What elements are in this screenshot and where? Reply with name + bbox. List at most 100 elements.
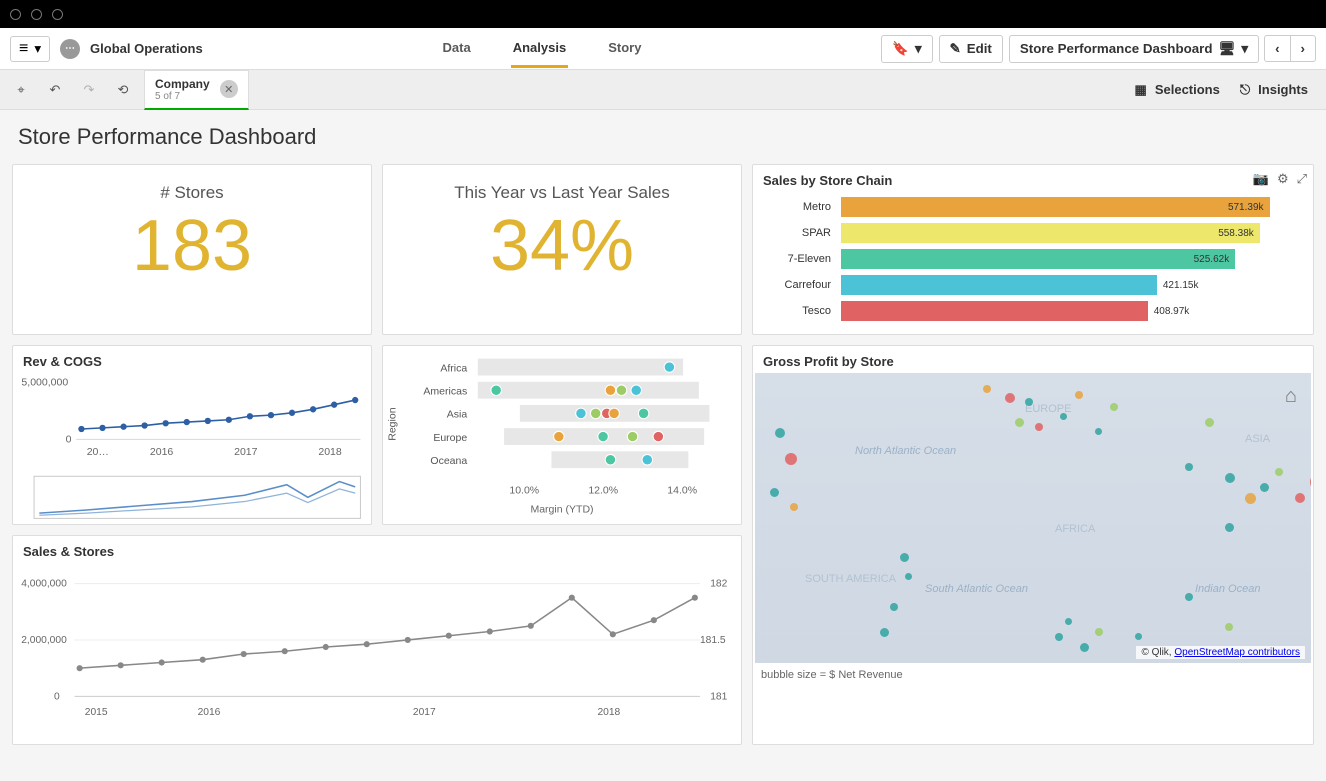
svg-text:20…: 20… <box>87 446 109 458</box>
map-bubble[interactable] <box>1185 593 1193 601</box>
global-menu-button[interactable]: ≡ ▾ <box>10 36 50 62</box>
svg-text:12.0%: 12.0% <box>588 484 618 496</box>
map-bubble[interactable] <box>1025 398 1033 406</box>
map-bubble[interactable] <box>1015 418 1024 427</box>
top-actions: 🔖 ▾ ✎ Edit Store Performance Dashboard 🖥… <box>881 35 1316 63</box>
insights-label: Insights <box>1258 82 1308 97</box>
map-bubble[interactable] <box>1295 493 1305 503</box>
smart-search-icon[interactable]: ⌖ <box>4 73 38 107</box>
kpi-stores[interactable]: # Stores 183 <box>12 164 372 335</box>
map-bubble[interactable] <box>1110 403 1118 411</box>
map-bubble[interactable] <box>905 573 912 580</box>
map-bubble[interactable] <box>1135 633 1142 640</box>
bar-row[interactable]: 7-Eleven525.62k <box>765 246 1291 272</box>
map-attrib-link[interactable]: OpenStreetMap contributors <box>1174 647 1300 658</box>
chart-sales-stores[interactable]: Sales & Stores 4,000,000 2,000,000 0 182… <box>12 535 742 745</box>
pencil-icon: ✎ <box>950 41 961 57</box>
map-bubble[interactable] <box>1275 468 1283 476</box>
map-bubble[interactable] <box>1205 418 1214 427</box>
bar-row[interactable]: Tesco408.97k <box>765 298 1291 324</box>
traffic-light-max[interactable] <box>52 9 63 20</box>
bar-label: 7-Eleven <box>765 253 835 265</box>
bar-row[interactable]: Carrefour421.15k <box>765 272 1291 298</box>
map-bubble[interactable] <box>890 603 898 611</box>
chevron-right-icon: › <box>1301 41 1305 56</box>
chart-title: Sales & Stores <box>13 536 741 561</box>
map-bubble[interactable] <box>1095 428 1102 435</box>
snapshot-icon[interactable]: 📷 <box>1253 171 1269 187</box>
map-bubble[interactable] <box>1060 413 1067 420</box>
svg-text:Americas: Americas <box>423 385 467 397</box>
sheet-title: Store Performance Dashboard <box>0 110 1326 164</box>
chart-sales-by-chain[interactable]: Sales by Store Chain 📷 ⚙ ⤢ Metro571.39kS… <box>752 164 1314 335</box>
exploration-icon[interactable]: ⚙ <box>1277 171 1289 187</box>
map-bubble[interactable] <box>1075 391 1083 399</box>
tab-data[interactable]: Data <box>441 30 473 68</box>
map-home-icon[interactable]: ⌂ <box>1285 385 1297 408</box>
map-bubble[interactable] <box>1080 643 1089 652</box>
bar-label: Tesco <box>765 305 835 317</box>
traffic-light-close[interactable] <box>10 9 21 20</box>
map-bubble[interactable] <box>1310 473 1311 491</box>
map-bubble[interactable] <box>785 453 797 465</box>
map-bubble[interactable] <box>983 385 991 393</box>
kpi-stores-title: # Stores <box>31 183 353 203</box>
map-bubble[interactable] <box>1065 618 1072 625</box>
bar-row[interactable]: SPAR558.38k <box>765 220 1291 246</box>
map-bubble[interactable] <box>1055 633 1063 641</box>
sheet-dropdown[interactable]: Store Performance Dashboard 🖥 ▾ <box>1009 35 1259 63</box>
bar-label: Carrefour <box>765 279 835 291</box>
map-bubble[interactable] <box>1005 393 1015 403</box>
map-bubble[interactable] <box>1245 493 1256 504</box>
svg-text:Europe: Europe <box>433 432 467 444</box>
chart-gross-profit-map[interactable]: Gross Profit by Store ⌂ North Atlantic O… <box>752 345 1314 745</box>
insights-button[interactable]: ⎋ Insights <box>1240 82 1308 98</box>
map-bubble[interactable] <box>775 428 785 438</box>
clear-selections-icon[interactable]: ⟲ <box>106 73 140 107</box>
step-back-icon[interactable]: ↶ <box>38 73 72 107</box>
selections-label: Selections <box>1155 82 1220 97</box>
map-bubble[interactable] <box>900 553 909 562</box>
bar-label: Metro <box>765 201 835 213</box>
map-label-af: AFRICA <box>1055 523 1095 535</box>
map-bubble[interactable] <box>1185 463 1193 471</box>
selection-remove-icon[interactable]: ✕ <box>220 80 238 98</box>
map-bubble[interactable] <box>880 628 889 637</box>
fullscreen-icon[interactable]: ⤢ <box>1297 171 1307 187</box>
chart-margin-scatter[interactable]: Region AfricaAmericasAsiaEuropeOceana 10… <box>382 345 742 525</box>
chevron-down-icon: ▾ <box>915 41 922 57</box>
chart-rev-cogs[interactable]: Rev & COGS 5,000,000 0 20… 2016 2017 201… <box>12 345 372 525</box>
tab-story[interactable]: Story <box>606 30 643 68</box>
map-bubble[interactable] <box>1035 423 1043 431</box>
bookmark-button[interactable]: 🔖 ▾ <box>881 35 932 63</box>
kpi-sales-vs-ly[interactable]: This Year vs Last Year Sales 34% <box>382 164 742 335</box>
map-canvas[interactable]: ⌂ North Atlantic Ocean SOUTH AMERICA Sou… <box>755 373 1311 663</box>
svg-text:2018: 2018 <box>318 446 342 458</box>
map-bubble[interactable] <box>1095 628 1103 636</box>
svg-text:181.5: 181.5 <box>700 635 726 646</box>
map-bubble[interactable] <box>1225 623 1233 631</box>
svg-text:5,000,000: 5,000,000 <box>21 377 68 389</box>
tab-analysis[interactable]: Analysis <box>511 30 568 68</box>
map-bubble[interactable] <box>1225 523 1234 532</box>
traffic-light-min[interactable] <box>31 9 42 20</box>
step-forward-icon[interactable]: ↷ <box>72 73 106 107</box>
selection-tag-company[interactable]: Company 5 of 7 ✕ <box>144 70 249 110</box>
next-sheet-button[interactable]: › <box>1290 35 1316 62</box>
map-bubble[interactable] <box>1225 473 1235 483</box>
map-label-io: Indian Ocean <box>1195 583 1260 595</box>
edit-button[interactable]: ✎ Edit <box>939 35 1003 63</box>
map-footer-note: bubble size = $ Net Revenue <box>761 669 903 681</box>
map-bubble[interactable] <box>770 488 779 497</box>
mode-tabs: Data Analysis Story <box>213 30 871 68</box>
selections-bar: ⌖ ↶ ↷ ⟲ Company 5 of 7 ✕ ▦ Selections ⎋ … <box>0 70 1326 110</box>
map-bubble[interactable] <box>790 503 798 511</box>
bar-row[interactable]: Metro571.39k <box>765 194 1291 220</box>
svg-text:2017: 2017 <box>234 446 258 458</box>
bar-chart-body: Metro571.39kSPAR558.38k7-Eleven525.62kCa… <box>753 190 1313 334</box>
svg-text:4,000,000: 4,000,000 <box>21 579 67 590</box>
prev-sheet-button[interactable]: ‹ <box>1264 35 1290 62</box>
map-bubble[interactable] <box>1260 483 1269 492</box>
scatter-svg: Region AfricaAmericasAsiaEuropeOceana 10… <box>383 346 741 525</box>
selections-tool-button[interactable]: ▦ Selections <box>1135 82 1220 98</box>
